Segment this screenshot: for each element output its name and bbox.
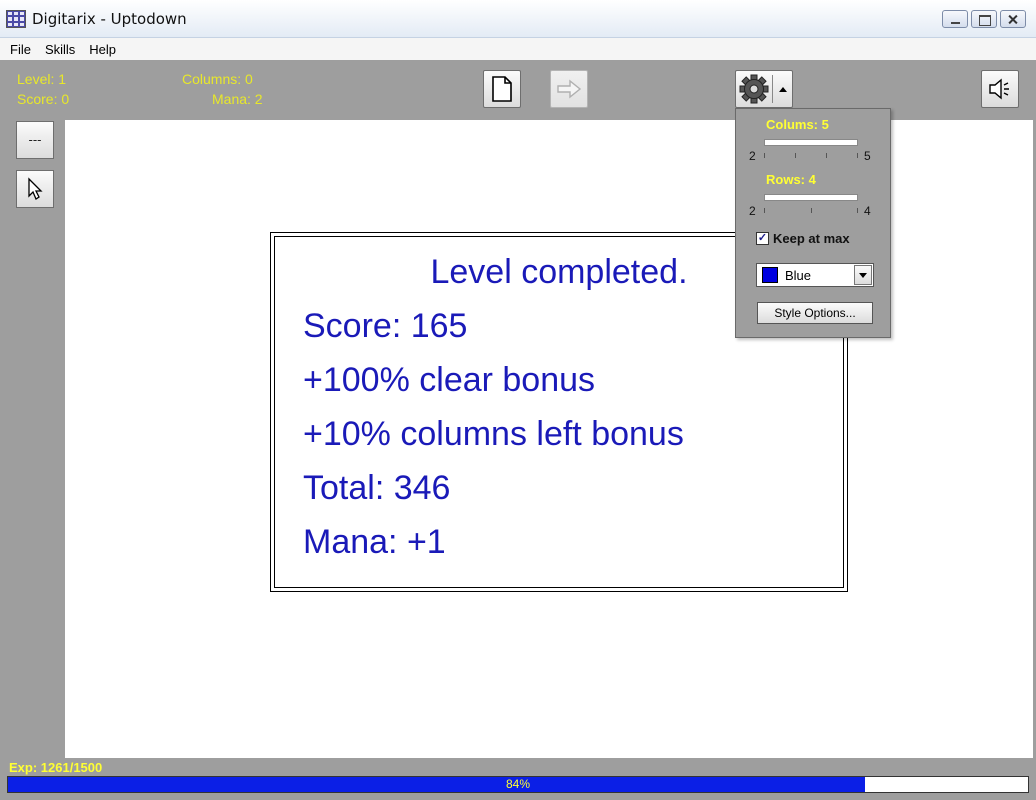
arrow-right-icon: [557, 79, 582, 99]
result-total: Total: 346: [303, 469, 451, 507]
speaker-icon: [989, 78, 1009, 100]
experience-percent: 84%: [505, 777, 531, 791]
minimize-button[interactable]: [942, 10, 968, 28]
settings-popup: Colums: 5 2 5 Rows: 4 2 4 ✓ Keep at max …: [735, 108, 891, 338]
columns-slider[interactable]: [764, 139, 858, 146]
keep-at-max-checkbox[interactable]: ✓: [756, 232, 769, 245]
sound-button[interactable]: [981, 70, 1019, 108]
level-stat: Level: 1: [17, 71, 67, 87]
color-select-value: Blue: [785, 267, 812, 283]
mana-stat: Mana: 2: [212, 91, 263, 107]
gear-icon: [739, 74, 769, 104]
rows-slider-min: 2: [749, 204, 756, 218]
cursor-icon: [28, 177, 43, 200]
columns-slider-label: Colums: 5: [766, 117, 829, 132]
title-bar: Digitarix - Uptodown: [0, 0, 1036, 38]
experience-progress-bar: 84%: [7, 776, 1029, 793]
result-columns-bonus: +10% columns left bonus: [303, 415, 684, 453]
menu-bar: File Skills Help: [0, 38, 1036, 60]
result-mana: Mana: +1: [303, 523, 446, 561]
menu-file[interactable]: File: [10, 42, 31, 57]
result-score: Score: 165: [303, 307, 468, 345]
rows-slider-label: Rows: 4: [766, 172, 816, 187]
color-swatch: [762, 267, 778, 283]
settings-button[interactable]: [735, 70, 793, 108]
columns-slider-max: 5: [864, 149, 871, 163]
next-level-button[interactable]: [550, 70, 588, 108]
columns-slider-min: 2: [749, 149, 756, 163]
window-title: Digitarix - Uptodown: [32, 10, 187, 28]
keep-at-max-row[interactable]: ✓ Keep at max: [756, 231, 850, 246]
new-page-icon: [492, 76, 512, 102]
rows-slider[interactable]: [764, 194, 858, 201]
chevron-down-icon[interactable]: [854, 265, 872, 285]
result-clear-bonus: +100% clear bonus: [303, 361, 596, 399]
keep-at-max-label: Keep at max: [773, 231, 850, 246]
menu-help[interactable]: Help: [89, 42, 116, 57]
new-game-button[interactable]: [483, 70, 521, 108]
caret-up-icon: [779, 87, 787, 92]
color-select[interactable]: Blue: [756, 263, 874, 287]
maximize-button[interactable]: [971, 10, 997, 28]
menu-skills[interactable]: Skills: [45, 42, 75, 57]
score-stat: Score: 0: [17, 91, 70, 107]
close-button[interactable]: [1000, 10, 1026, 28]
select-tool-button[interactable]: [16, 170, 54, 208]
columns-stat: Columns: 0: [182, 71, 253, 87]
rows-slider-max: 4: [864, 204, 871, 218]
style-options-button[interactable]: Style Options...: [757, 302, 873, 324]
more-button[interactable]: ---: [16, 121, 54, 159]
app-icon: [6, 10, 26, 28]
experience-label: Exp: 1261/1500: [9, 760, 103, 775]
